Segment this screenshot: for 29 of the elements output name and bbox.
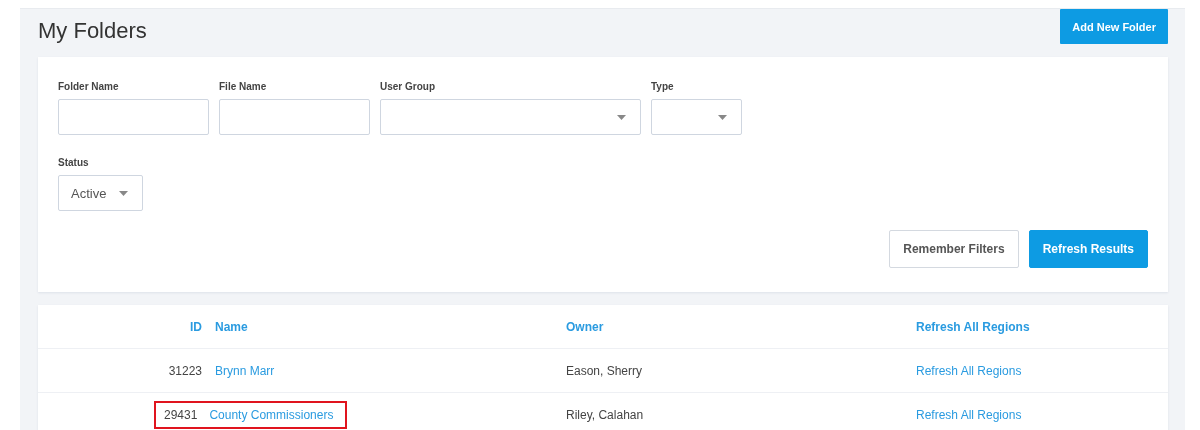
refresh-link[interactable]: Refresh All Regions xyxy=(916,407,1022,422)
column-header[interactable]: Refresh All Regions xyxy=(916,319,1030,334)
field-label: Folder Name xyxy=(58,81,120,92)
dropdown[interactable] xyxy=(380,99,641,135)
refresh-button[interactable]: Refresh Results xyxy=(1028,230,1148,268)
folder-link[interactable]: Brynn Marr xyxy=(215,363,275,378)
caret-icon xyxy=(617,114,626,120)
column-header[interactable]: Owner xyxy=(566,319,604,334)
caret-icon xyxy=(119,190,128,196)
add-folder-button[interactable]: Add New Folder xyxy=(1060,9,1168,44)
table-cell: Eason, Sherry xyxy=(566,363,643,378)
refresh-link[interactable]: Refresh All Regions xyxy=(916,363,1022,378)
field-label: Status xyxy=(58,157,90,168)
table-cell: 29431 xyxy=(164,407,198,422)
page-title: My Folders xyxy=(38,18,147,44)
field-label: User Group xyxy=(380,81,436,92)
table-cell: 31223 xyxy=(168,363,202,378)
input-field[interactable] xyxy=(58,99,209,135)
folder-link[interactable]: County Commissioners xyxy=(209,407,334,422)
column-header[interactable]: Name xyxy=(215,319,248,334)
caret-icon xyxy=(718,114,727,120)
table-cell: Riley, Calahan xyxy=(566,407,644,422)
dropdown[interactable] xyxy=(651,99,742,135)
remember-filters-button[interactable]: Remember Filters xyxy=(889,230,1019,268)
field-label: Type xyxy=(651,81,675,92)
dropdown[interactable]: Active xyxy=(58,175,143,211)
input-field[interactable] xyxy=(219,99,370,135)
field-label: File Name xyxy=(219,81,268,92)
column-header[interactable]: ID xyxy=(190,319,202,334)
